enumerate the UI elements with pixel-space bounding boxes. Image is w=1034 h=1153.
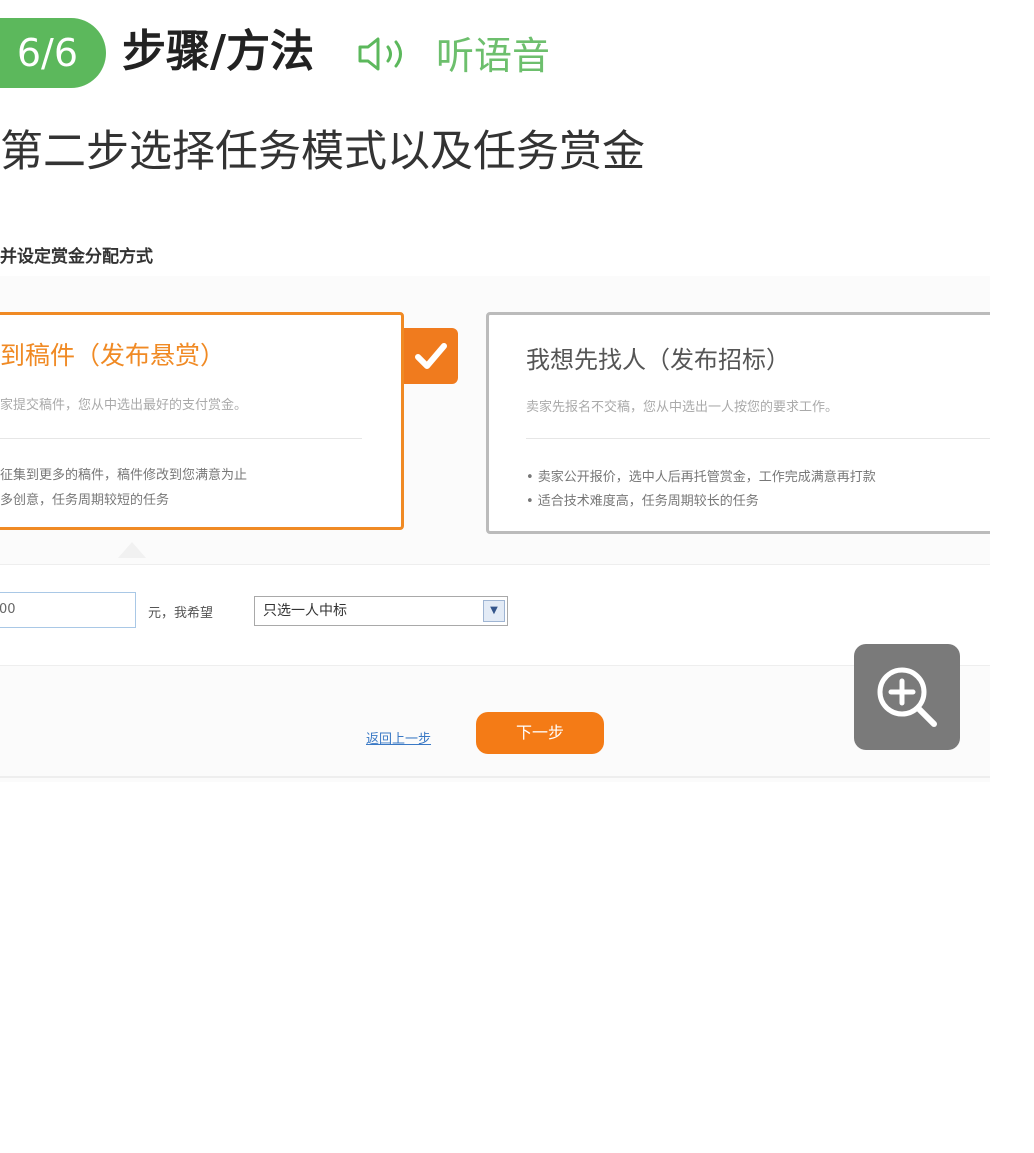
screenshot-heading: 并设定赏金分配方式 <box>0 247 153 267</box>
bounty-amount-input: 00 <box>0 592 136 628</box>
check-icon <box>404 328 458 384</box>
back-link: 返回上一步 <box>366 732 432 747</box>
listen-audio-link[interactable]: 听语音 <box>436 30 550 82</box>
option-tender-bullet: • 适合技术难度高，任务周期较长的任务 <box>526 494 759 509</box>
divider <box>0 776 990 778</box>
option-tender-title: 我想先找人（发布招标） <box>526 346 790 374</box>
option-bounty-title: 到稿件（发布悬赏） <box>0 341 226 370</box>
step-header: 6/6 步骤/方法 听语音 <box>0 16 1034 90</box>
zoom-in-icon <box>877 667 937 727</box>
zoom-button[interactable] <box>854 644 960 750</box>
unit-text: 元，我希望 <box>148 606 214 621</box>
step-description: 第二步选择任务模式以及任务赏金 <box>0 127 645 177</box>
divider <box>0 438 362 439</box>
speaker-icon[interactable] <box>356 34 414 74</box>
winner-mode-value: 只选一人中标 <box>263 603 347 619</box>
step-screenshot: 并设定赏金分配方式 到稿件（发布悬赏） 家提交稿件，您从中选出最好的支付赏金。 … <box>0 216 990 782</box>
option-tender-subtitle: 卖家先报名不交稿，您从中选出一人按您的要求工作。 <box>526 400 839 415</box>
option-tender-bullet: • 卖家公开报价，选中人后再托管赏金，工作完成满意再打款 <box>526 470 876 485</box>
option-bounty-subtitle: 家提交稿件，您从中选出最好的支付赏金。 <box>0 398 248 413</box>
next-step-button: 下一步 <box>476 712 604 754</box>
chevron-down-icon: ▼ <box>483 600 505 622</box>
winner-mode-select: 只选一人中标 ▼ <box>254 596 508 626</box>
step-badge: 6/6 <box>0 18 106 88</box>
option-bounty-bullet: 征集到更多的稿件，稿件修改到您满意为止 <box>0 468 248 483</box>
step-title: 步骤/方法 <box>122 26 315 77</box>
option-bounty-bullet: 多创意，任务周期较短的任务 <box>0 493 170 508</box>
pointer-triangle <box>118 542 146 558</box>
divider <box>526 438 990 439</box>
